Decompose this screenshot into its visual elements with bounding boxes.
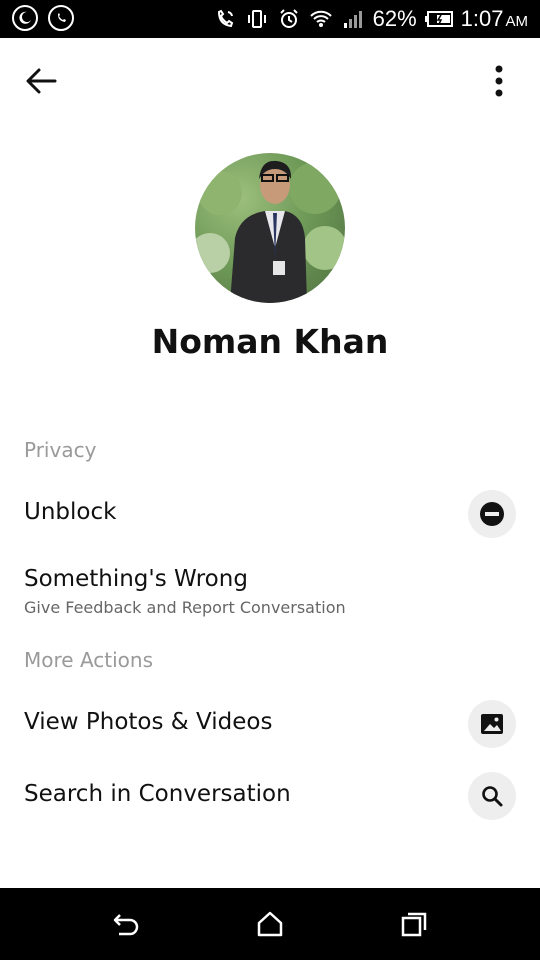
home-icon (257, 911, 283, 937)
signal-icon (341, 7, 365, 31)
unblock-row[interactable]: Unblock (0, 488, 540, 540)
search-conversation-button[interactable] (468, 772, 516, 820)
back-button[interactable] (18, 58, 64, 104)
battery-icon (424, 7, 453, 31)
view-photos-row[interactable]: View Photos & Videos (0, 698, 540, 750)
wifi-icon (309, 7, 333, 31)
unblock-label: Unblock (24, 499, 117, 525)
view-photos-label: View Photos & Videos (24, 709, 273, 735)
navigation-bar (0, 888, 540, 960)
unblock-button[interactable] (468, 490, 516, 538)
avatar (195, 153, 345, 303)
arrow-left-icon (26, 68, 57, 94)
nav-recents-button[interactable] (394, 906, 434, 942)
image-icon (481, 714, 503, 734)
search-conversation-row[interactable]: Search in Conversation (0, 770, 540, 822)
status-bar: 62% 1:07 AM (0, 0, 540, 38)
clock-time: 1:07 (460, 6, 504, 31)
section-header-more-actions: More Actions (24, 648, 153, 672)
more-options-button[interactable] (484, 58, 514, 104)
moon-icon (12, 5, 38, 31)
more-vert-icon (495, 65, 503, 97)
search-icon (482, 786, 503, 807)
recents-icon (401, 912, 427, 937)
alarm-icon (277, 7, 301, 31)
something-wrong-row[interactable]: Something's Wrong Give Feedback and Repo… (0, 562, 540, 622)
status-bar-right: 62% 1:07 AM (213, 4, 528, 34)
block-icon (480, 502, 504, 526)
section-header-privacy: Privacy (24, 438, 97, 462)
view-photos-button[interactable] (468, 700, 516, 748)
call-icon (213, 7, 237, 31)
battery-percent: 62% (372, 6, 417, 31)
nav-home-button[interactable] (250, 906, 290, 942)
nav-back-button[interactable] (106, 906, 146, 942)
back-icon (113, 914, 139, 936)
clock: 1:07 AM (461, 6, 528, 32)
search-conversation-label: Search in Conversation (24, 781, 291, 807)
clock-suffix: AM (505, 13, 529, 30)
whatsapp-icon (48, 5, 74, 31)
profile-name: Noman Khan (151, 322, 389, 361)
something-wrong-subtitle: Give Feedback and Report Conversation (24, 598, 346, 617)
vibrate-icon (245, 7, 269, 31)
status-bar-left (12, 5, 74, 31)
something-wrong-label: Something's Wrong (24, 566, 248, 592)
